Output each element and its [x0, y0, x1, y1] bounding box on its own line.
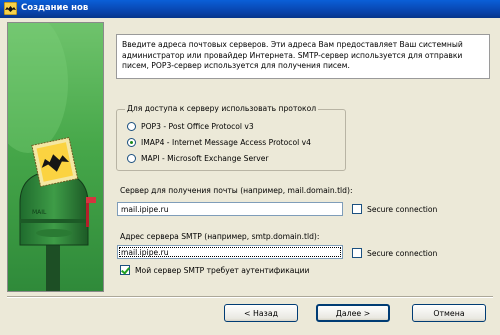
checkbox[interactable]	[120, 265, 130, 275]
radio-button[interactable]	[127, 137, 136, 147]
smtp-server-label: Адрес сервера SMTP (например, smtp.domai…	[120, 232, 320, 241]
info-text: Введите адреса почтовых серверов. Эти ад…	[122, 40, 463, 70]
radio-button[interactable]	[127, 153, 136, 163]
checkbox-label: Мой сервер SMTP требует аутентификации	[135, 265, 310, 275]
radio-label: POP3 - Post Office Protocol v3	[141, 121, 254, 131]
incoming-secure-checkbox[interactable]: Secure connection	[352, 204, 437, 214]
radio-mapi[interactable]: MAPI - Microsoft Exchange Server	[127, 152, 269, 164]
smtp-secure-checkbox[interactable]: Secure connection	[352, 248, 437, 258]
svg-text:MAIL: MAIL	[32, 209, 47, 216]
divider	[7, 296, 493, 298]
radio-button[interactable]	[127, 121, 136, 131]
bat-icon	[4, 2, 17, 15]
info-box: Введите адреса почтовых серверов. Эти ад…	[116, 34, 490, 79]
incoming-server-input[interactable]: mail.ipipe.ru	[117, 202, 343, 216]
checkbox[interactable]	[352, 248, 362, 258]
incoming-server-label: Сервер для получения почты (например, ma…	[120, 186, 353, 195]
title-bar[interactable]: Создание нов	[0, 0, 500, 18]
radio-label: MAPI - Microsoft Exchange Server	[141, 153, 269, 163]
wizard-window: Создание нов MAIL Введите адреса почтовы…	[0, 0, 500, 335]
checkbox[interactable]	[352, 204, 362, 214]
checkbox-label: Secure connection	[367, 248, 438, 258]
checkbox-label: Secure connection	[367, 204, 438, 214]
back-button[interactable]: < Назад	[224, 304, 298, 322]
next-button[interactable]: Далее >	[316, 304, 390, 322]
radio-imap4[interactable]: IMAP4 - Internet Message Access Protocol…	[127, 136, 311, 148]
cancel-button[interactable]: Отмена	[412, 304, 486, 322]
protocol-groupbox: Для доступа к серверу использовать прото…	[116, 104, 346, 171]
mailbox-icon: MAIL	[8, 23, 96, 291]
smtp-auth-checkbox[interactable]: Мой сервер SMTP требует аутентификации	[120, 265, 309, 275]
smtp-server-input[interactable]: mail.ipipe.ru	[117, 245, 343, 259]
wizard-side-panel: MAIL	[7, 22, 104, 292]
protocol-legend: Для доступа к серверу использовать прото…	[125, 104, 319, 113]
radio-pop3[interactable]: POP3 - Post Office Protocol v3	[127, 120, 254, 132]
radio-label: IMAP4 - Internet Message Access Protocol…	[141, 137, 311, 147]
window-title: Создание нов	[21, 3, 89, 13]
